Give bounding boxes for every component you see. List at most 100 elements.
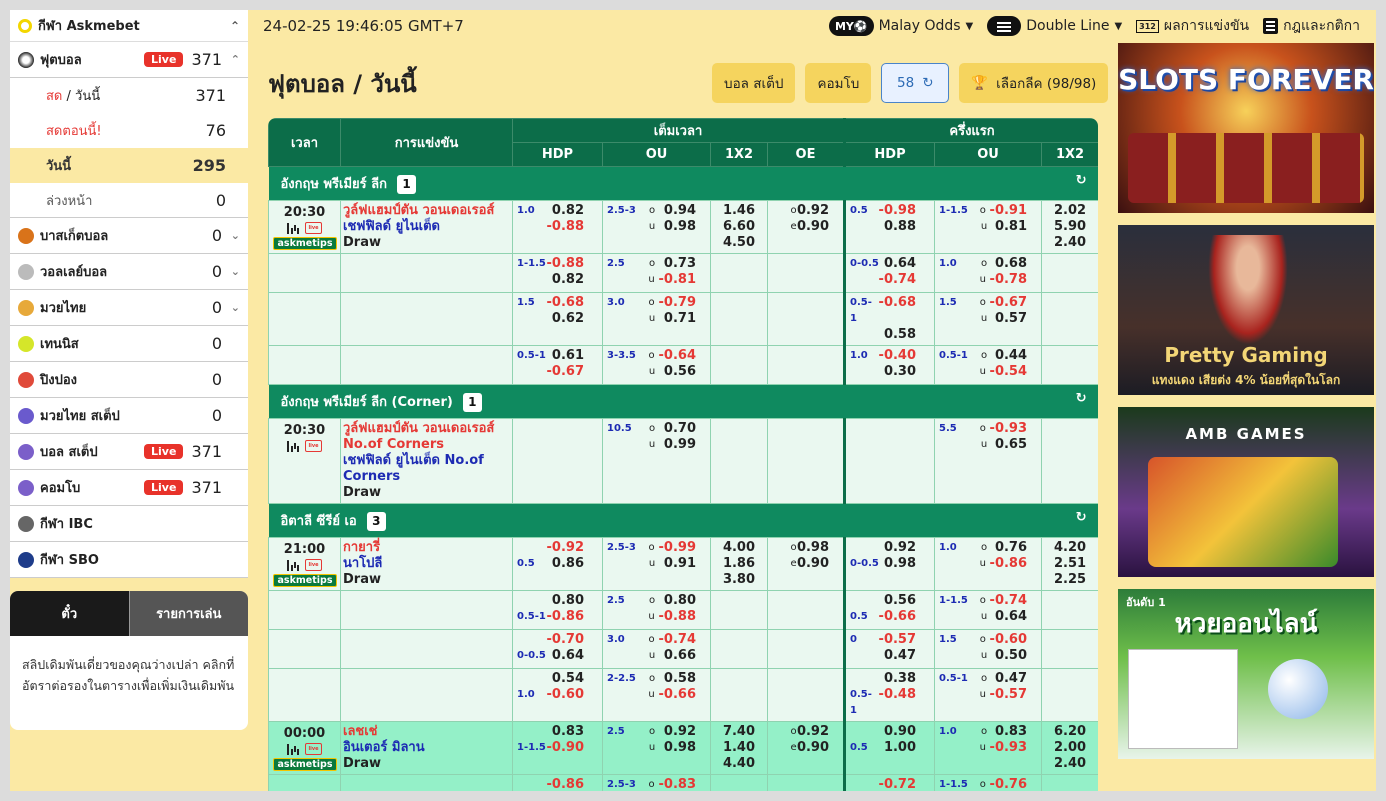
oe-under-odds[interactable]: 0.90 [797, 219, 839, 235]
sidebar-item-ball-step[interactable]: บอล สเต็ป Live 371 [10, 434, 248, 470]
ft-hdp-away-odds[interactable]: 0.62 [552, 311, 598, 327]
fh-ou-over-odds[interactable]: 0.44 [991, 348, 1037, 364]
sidebar-item-combo[interactable]: คอมโบ Live 371 [10, 470, 248, 506]
ad-banner-lottery[interactable]: อันดับ 1 หวยออนไลน์ [1118, 589, 1374, 759]
stats-icon[interactable] [287, 743, 299, 755]
fh-hdp-away-odds[interactable]: -0.74 [879, 272, 930, 288]
odds-1x2-home[interactable]: 1.46 [715, 203, 763, 219]
fh-hdp-home-odds[interactable]: 0.38 [884, 671, 930, 687]
askmetips-badge[interactable]: askmetips [273, 758, 337, 771]
ft-ou-over-odds[interactable]: 0.58 [659, 671, 706, 687]
fh-ou-under-odds[interactable]: -0.86 [990, 556, 1037, 572]
ft-hdp-away-odds[interactable]: -0.86 [547, 609, 598, 625]
ft-ou-under-odds[interactable]: -0.66 [659, 687, 706, 703]
oe-under-odds[interactable]: 0.90 [797, 740, 839, 756]
fh-ou-over-odds[interactable]: -0.93 [990, 421, 1037, 437]
fh-hdp-home-odds[interactable]: 0.56 [884, 593, 930, 609]
fh-hdp-home-odds[interactable]: 0.64 [884, 256, 930, 272]
chevron-up-icon[interactable]: ⌃ [226, 53, 240, 66]
stats-icon[interactable] [287, 559, 299, 571]
ball-step-button[interactable]: บอล สเต็ป [712, 63, 796, 103]
fh-hdp-home-odds[interactable]: -0.68 [879, 295, 930, 311]
fh-hdp-home-odds[interactable]: -0.40 [879, 348, 930, 364]
odds-1x2-away[interactable]: 6.60 [715, 219, 763, 235]
ft-ou-over-odds[interactable]: 0.80 [659, 593, 706, 609]
chevron-down-icon[interactable]: ⌄ [226, 301, 240, 314]
fh-hdp-home-odds[interactable]: -0.72 [879, 777, 930, 791]
fh-hdp-away-odds[interactable]: 0.58 [884, 327, 930, 343]
askmetips-badge[interactable]: askmetips [273, 574, 337, 587]
ft-ou-under-odds[interactable]: -0.81 [659, 272, 706, 288]
fh-ou-over-odds[interactable]: 0.47 [991, 671, 1037, 687]
league-select-button[interactable]: 🏆 เลือกลีค (98/98) [959, 63, 1109, 103]
refresh-icon[interactable]: ↻ [1076, 173, 1087, 188]
fh-ou-under-odds[interactable]: -0.78 [990, 272, 1037, 288]
ft-ou-under-odds[interactable]: 0.66 [659, 648, 706, 664]
ft-hdp-away-odds[interactable]: -0.60 [547, 687, 598, 703]
sidebar-sub-early[interactable]: ล่วงหน้า 0 [10, 183, 248, 218]
ft-ou-over-odds[interactable]: 0.73 [659, 256, 706, 272]
odds-1x2-away[interactable]: 5.90 [1046, 219, 1094, 235]
ft-ou-over-odds[interactable]: -0.99 [659, 540, 706, 556]
line-type-dropdown[interactable]: Double Line ▼ [987, 16, 1122, 36]
askmebet-header[interactable]: กีฬา Askmebet ⌃ [10, 10, 248, 42]
fh-ou-under-odds[interactable]: 0.57 [991, 311, 1037, 327]
ft-ou-under-odds[interactable]: 0.99 [659, 437, 706, 453]
askmetips-badge[interactable]: askmetips [273, 237, 337, 250]
odds-1x2-home[interactable]: 4.20 [1046, 540, 1094, 556]
fh-hdp-home-odds[interactable]: 0.90 [884, 724, 930, 740]
ft-hdp-home-odds[interactable]: 0.80 [552, 593, 598, 609]
fh-ou-under-odds[interactable]: 0.50 [991, 648, 1037, 664]
ft-hdp-away-odds[interactable]: 0.82 [552, 272, 598, 288]
odds-type-dropdown[interactable]: MY ⚽ Malay Odds ▼ [828, 16, 973, 36]
stats-icon[interactable] [287, 440, 299, 452]
ft-ou-under-odds[interactable]: 0.98 [659, 219, 706, 235]
league-header[interactable]: อิตาลี ซีรีย์ เอ 3 ↻ [268, 503, 1098, 538]
sidebar-sub-today[interactable]: วันนี้ 295 [10, 148, 248, 183]
ft-ou-over-odds[interactable]: 0.70 [659, 421, 706, 437]
ft-ou-over-odds[interactable]: 0.92 [659, 724, 706, 740]
odds-1x2-home[interactable]: 7.40 [715, 724, 763, 740]
fh-ou-over-odds[interactable]: -0.91 [990, 203, 1037, 219]
league-header[interactable]: อังกฤษ พรีเมียร์ ลีก 1 ↻ [268, 166, 1098, 201]
combo-button[interactable]: คอมโบ [805, 63, 872, 103]
rules-link[interactable]: กฎและกติกา [1263, 15, 1360, 37]
refresh-button[interactable]: 58 ↻ [881, 63, 950, 103]
ad-banner-pretty-gaming[interactable]: Pretty Gaming แทงแดง เสียต่ง 4% น้อยที่สุ… [1118, 225, 1374, 395]
odds-1x2-draw[interactable]: 2.40 [1046, 756, 1094, 772]
sidebar-item-pingpong[interactable]: ปิงปอง 0 [10, 362, 248, 398]
sidebar-item-sbo[interactable]: กีฬา SBO [10, 542, 248, 578]
refresh-icon[interactable]: ↻ [1076, 510, 1087, 525]
fh-hdp-away-odds[interactable]: -0.48 [879, 687, 930, 703]
oe-over-odds[interactable]: 0.92 [797, 203, 839, 219]
chevron-down-icon[interactable]: ⌄ [226, 229, 240, 242]
live-tv-icon[interactable]: live [305, 743, 322, 755]
ft-hdp-home-odds[interactable]: 0.82 [552, 203, 598, 219]
ft-hdp-away-odds[interactable]: 0.86 [552, 556, 598, 572]
fh-ou-under-odds[interactable]: 0.64 [991, 609, 1037, 625]
tab-bet-list[interactable]: รายการเล่น [128, 591, 248, 636]
odds-1x2-draw[interactable]: 2.40 [1046, 235, 1094, 251]
oe-over-odds[interactable]: 0.92 [797, 724, 839, 740]
fh-ou-under-odds[interactable]: 0.81 [991, 219, 1037, 235]
results-link[interactable]: 312 ผลการแข่งขัน [1136, 15, 1249, 37]
ft-hdp-away-odds[interactable]: -0.90 [547, 740, 598, 756]
sidebar-sub-live-today[interactable]: สด / วันนี้ 371 [10, 78, 248, 113]
fh-ou-over-odds[interactable]: 0.76 [991, 540, 1037, 556]
fh-hdp-away-odds[interactable]: 0.88 [884, 219, 930, 235]
fh-ou-under-odds[interactable]: -0.93 [990, 740, 1037, 756]
ft-ou-under-odds[interactable]: -0.88 [659, 609, 706, 625]
ft-hdp-home-odds[interactable]: -0.68 [547, 295, 598, 311]
fh-ou-over-odds[interactable]: -0.76 [990, 777, 1037, 791]
sidebar-sub-live-now[interactable]: สดตอนนี้! 76 [10, 113, 248, 148]
fh-hdp-away-odds[interactable]: 0.47 [884, 648, 930, 664]
ft-hdp-home-odds[interactable]: -0.70 [547, 632, 598, 648]
ft-ou-over-odds[interactable]: -0.79 [659, 295, 706, 311]
fh-ou-under-odds[interactable]: 0.65 [991, 437, 1037, 453]
live-tv-icon[interactable]: live [305, 440, 322, 452]
odds-1x2-home[interactable]: 2.02 [1046, 203, 1094, 219]
ft-ou-under-odds[interactable]: 0.91 [659, 556, 706, 572]
sidebar-item-volleyball[interactable]: วอลเลย์บอล 0 ⌄ [10, 254, 248, 290]
fh-ou-under-odds[interactable]: -0.57 [990, 687, 1037, 703]
ft-hdp-away-odds[interactable]: -0.67 [547, 364, 598, 380]
